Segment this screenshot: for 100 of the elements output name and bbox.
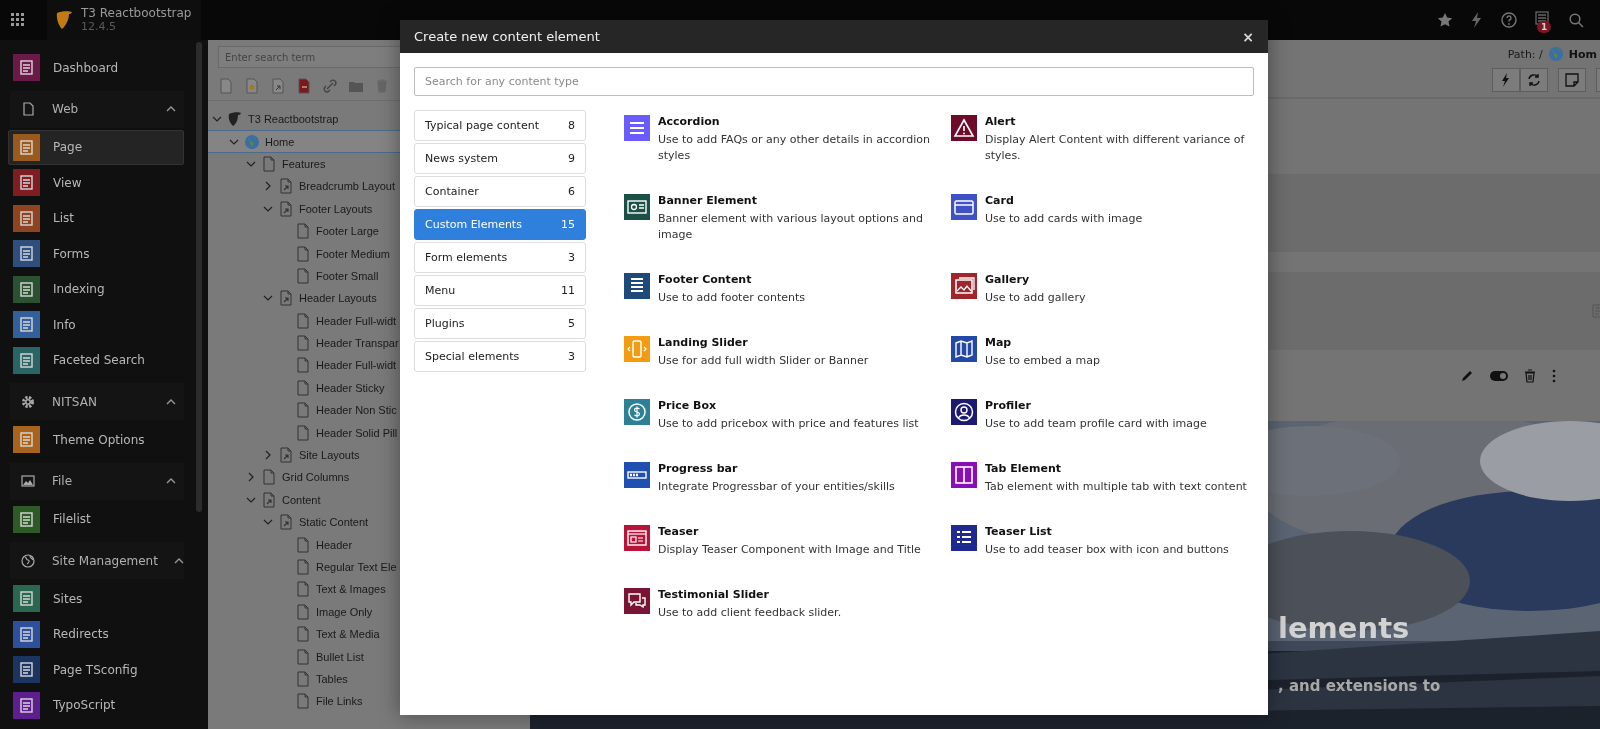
page-remove-icon[interactable] <box>296 78 312 94</box>
category-tab[interactable]: Custom Elements 15 <box>414 209 586 240</box>
content-type-title: Gallery <box>985 273 1031 287</box>
module-group-header[interactable]: File <box>10 462 184 500</box>
scrollbar[interactable] <box>196 42 202 512</box>
tree-item[interactable]: Footer Small <box>208 264 379 288</box>
content-type-item[interactable]: Map Use to embed a map <box>951 336 1251 369</box>
tree-item[interactable]: Footer Layouts <box>208 197 373 220</box>
module-item[interactable]: TypoScript <box>8 687 184 723</box>
search-field[interactable]: Search for any content type <box>414 67 1254 96</box>
content-type-item[interactable]: Tab Element Tab element with multiple tab with text content <box>951 462 1251 495</box>
site-name: T3 Reactbootstrap <box>81 6 192 20</box>
tree-item[interactable]: Header <box>208 533 353 556</box>
category-tab[interactable]: Plugins 5 <box>414 308 586 339</box>
tree-item[interactable]: Header Non Stic <box>208 399 397 422</box>
path-link[interactable]: Hom <box>1568 47 1597 61</box>
module-group-header[interactable]: Web <box>10 90 184 128</box>
tree-item[interactable]: Image Only <box>208 600 373 623</box>
category-tab[interactable]: Typical page content 8 <box>414 110 586 141</box>
lightning-icon[interactable] <box>1471 12 1483 28</box>
image-icon <box>20 473 36 489</box>
content-type-item[interactable]: Gallery Use to add gallery <box>951 273 1251 306</box>
module-item[interactable]: Page TSconfig <box>8 652 184 688</box>
tree-item[interactable]: Header Full-widt <box>208 309 397 332</box>
tree-item[interactable]: Content <box>208 488 321 512</box>
note-button[interactable] <box>1558 68 1586 92</box>
tree-item[interactable]: File Links <box>208 690 363 713</box>
tree-item[interactable]: T3 Reactbootstrap <box>208 108 339 131</box>
content-type-item[interactable]: Progress bar Integrate Progressbar of your entities/skills <box>624 462 951 495</box>
tree-item[interactable]: Regular Text Ele <box>208 555 397 579</box>
content-type-item[interactable]: Card Use to add cards with image <box>951 194 1251 243</box>
content-type-description: Use to add team profile card with image <box>985 416 1207 432</box>
logo-icon <box>227 111 243 128</box>
tree-item[interactable]: Bullet List <box>208 645 364 668</box>
content-type-item[interactable]: Alert Display Alert Content with different variance of styles. <box>951 115 1251 164</box>
category-tab[interactable]: Form elements 3 <box>414 242 586 273</box>
search-icon[interactable] <box>1569 12 1584 28</box>
module-item[interactable]: Redirects <box>8 616 184 652</box>
tree-item[interactable]: Tables <box>208 667 348 691</box>
toggle-icon[interactable] <box>1490 371 1508 381</box>
tree-item[interactable]: Footer Large <box>208 219 379 243</box>
content-type-title: Tab Element <box>985 462 1062 476</box>
module-item[interactable]: List <box>8 200 184 236</box>
category-tab[interactable]: Menu 11 <box>414 275 586 306</box>
page-icon <box>295 357 311 374</box>
tree-item[interactable]: Grid Columns <box>208 466 350 489</box>
module-item[interactable]: Dashboard <box>8 50 184 86</box>
category-tab[interactable]: News system 9 <box>414 143 586 174</box>
tree-item[interactable]: Header Transpar <box>208 331 399 355</box>
category-tab[interactable]: Special elements 3 <box>414 341 586 372</box>
shortcut-page-icon[interactable] <box>270 78 286 94</box>
apps-menu-icon[interactable] <box>11 13 25 27</box>
tree-item[interactable]: Text & Media <box>208 623 380 646</box>
content-type-item[interactable]: Landing Slider Use for add full width Slider or Banner <box>624 336 951 369</box>
content-type-description: Use to add footer contents <box>658 290 806 306</box>
content-type-item[interactable]: Footer Content Use to add footer contents <box>624 273 951 306</box>
module-item[interactable]: Indexing <box>8 271 184 307</box>
module-group-header[interactable]: NITSAN <box>10 383 184 420</box>
tree-item[interactable]: Header Sticky <box>208 376 385 400</box>
tree-item[interactable]: Text & Images <box>208 578 386 601</box>
content-type-item[interactable]: Teaser Display Teaser Component with Image and Title <box>624 525 951 558</box>
page-icon <box>295 379 311 396</box>
tree-item[interactable]: Breadcrumb Layout <box>208 175 395 198</box>
chevron-right-icon[interactable] <box>246 472 256 483</box>
refresh-button[interactable] <box>1520 68 1548 92</box>
tree-item[interactable]: Features <box>208 152 326 176</box>
module-item[interactable]: View <box>8 165 184 201</box>
category-tab[interactable]: Container 6 <box>414 176 586 207</box>
chevron-right-icon[interactable] <box>263 450 273 461</box>
trash-icon[interactable] <box>1524 369 1536 383</box>
tree-item[interactable]: Header Layouts <box>208 287 377 310</box>
tree-item[interactable]: Footer Medium <box>208 242 390 265</box>
tree-item[interactable]: Header Solid Pill <box>208 421 398 444</box>
tree-item[interactable]: Site Layouts <box>208 443 360 467</box>
module-item[interactable]: Forms <box>8 236 184 272</box>
pencil-icon[interactable] <box>1460 369 1474 383</box>
close-button[interactable]: × <box>1240 28 1256 45</box>
module-group-header[interactable]: Site Management <box>10 542 184 579</box>
module-item[interactable]: Faceted Search <box>8 342 184 378</box>
module-item[interactable]: Page <box>8 129 184 165</box>
tree-item[interactable]: Static Content <box>208 511 369 534</box>
module-item[interactable]: Theme Options <box>8 422 184 458</box>
content-type-item[interactable]: Price Box Use to add pricebox with price and features list <box>624 399 951 432</box>
content-type-item[interactable]: Accordion Use to add FAQs or any other details in accordion styles <box>624 115 951 164</box>
more-icon[interactable] <box>1552 369 1556 383</box>
content-type-item[interactable]: Profiler Use to add team profile card with image <box>951 399 1251 432</box>
chevron-right-icon[interactable] <box>263 181 273 192</box>
star-icon[interactable] <box>1437 12 1453 28</box>
link-icon[interactable] <box>322 78 338 94</box>
content-type-item[interactable]: Testimonial Slider Use to add client feedback slider. <box>624 588 951 621</box>
content-type-item[interactable]: Teaser List Use to add teaser box with icon and buttons <box>951 525 1251 558</box>
module-item[interactable]: Filelist <box>8 501 184 537</box>
content-type-item[interactable]: Banner Element Banner element with various layout options and image <box>624 194 951 243</box>
content-type-description: Use to add cards with image <box>985 211 1143 227</box>
module-icon <box>13 426 40 454</box>
tree-item[interactable]: Header Full-widt <box>208 354 397 377</box>
module-item[interactable]: Info <box>8 307 184 343</box>
help-icon[interactable] <box>1501 12 1517 28</box>
view-button[interactable] <box>1492 68 1520 92</box>
module-item[interactable]: Sites <box>8 581 184 617</box>
